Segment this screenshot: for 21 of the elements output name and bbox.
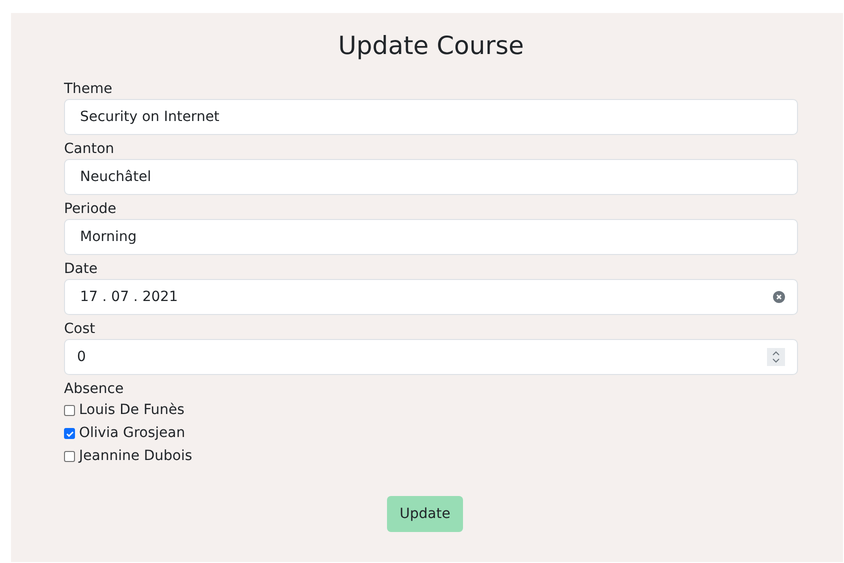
checkbox[interactable] (64, 405, 75, 416)
absence-label: Absence (64, 380, 125, 399)
field-label: Theme (64, 80, 114, 99)
checkbox[interactable] (64, 451, 75, 462)
input-field[interactable]: Morning (64, 219, 798, 255)
spinner-icon[interactable] (767, 348, 785, 366)
clear-icon[interactable] (773, 291, 785, 303)
field-label: Cost (64, 320, 96, 339)
date-field[interactable]: 17 . 07 . 2021 (64, 279, 798, 315)
field-label: Periode (64, 200, 118, 219)
checkbox-label: Jeannine Dubois (79, 447, 192, 466)
form-title: Update Course (337, 30, 525, 62)
number-field[interactable]: 0 (64, 339, 798, 375)
input-field[interactable]: Neuchâtel (64, 159, 798, 195)
checkbox-label: Louis De Funès (79, 401, 184, 420)
field-label: Date (64, 260, 98, 279)
field-label: Canton (64, 140, 116, 159)
input-field[interactable]: Security on Internet (64, 99, 798, 135)
checkbox[interactable] (64, 428, 75, 439)
update-button[interactable]: Update (386, 496, 464, 532)
checkbox-label: Olivia Grosjean (79, 424, 186, 443)
